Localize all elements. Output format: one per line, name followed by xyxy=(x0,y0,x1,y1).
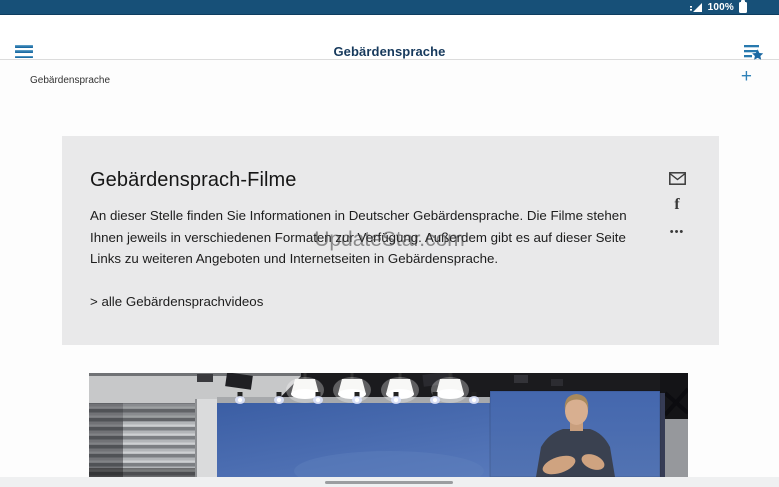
page-title: Gebärdensprache xyxy=(333,44,446,59)
status-bar: 100% xyxy=(0,0,779,15)
app-bar: Gebärdensprache xyxy=(0,15,779,60)
battery-icon xyxy=(739,0,747,13)
reading-list-button[interactable] xyxy=(742,43,766,63)
list-star-icon xyxy=(742,43,766,63)
home-indicator[interactable] xyxy=(325,481,453,484)
email-share-button[interactable] xyxy=(667,169,687,187)
facebook-icon: f xyxy=(674,196,680,213)
app-screen: 100% Gebärdensprache Gebärdensprache + G… xyxy=(0,0,779,487)
all-videos-link[interactable]: > alle Gebärdensprachvideos xyxy=(90,294,263,309)
breadcrumb-item-gebaerdensprache[interactable]: Gebärdensprache xyxy=(30,75,110,86)
share-column: f ••• xyxy=(667,169,687,241)
wifi-icon xyxy=(689,2,703,13)
studio-video-frame xyxy=(89,371,690,487)
envelope-icon xyxy=(668,171,686,185)
paragraph-line: Links zu weiteren Angeboten und Internet… xyxy=(90,251,499,266)
more-share-button[interactable]: ••• xyxy=(667,223,687,241)
battery-percent: 100% xyxy=(707,1,734,13)
card-heading: Gebärdensprach-Filme xyxy=(90,169,297,191)
paragraph-line: Ihnen jeweils in verschiedenen Formaten … xyxy=(90,229,626,245)
ellipsis-icon: ••• xyxy=(669,225,685,238)
video-player[interactable] xyxy=(89,371,690,487)
facebook-share-button[interactable]: f xyxy=(667,196,687,214)
card-paragraph: An dieser Stelle finden Sie Informatione… xyxy=(90,205,627,270)
breadcrumb: Gebärdensprache + xyxy=(0,61,779,103)
expand-button[interactable]: + xyxy=(741,67,752,86)
paragraph-line: An dieser Stelle finden Sie Informatione… xyxy=(90,208,627,223)
content-card: Gebärdensprach-Filme An dieser Stelle fi… xyxy=(62,136,719,345)
sign-language-interpreter-pip xyxy=(489,390,661,478)
